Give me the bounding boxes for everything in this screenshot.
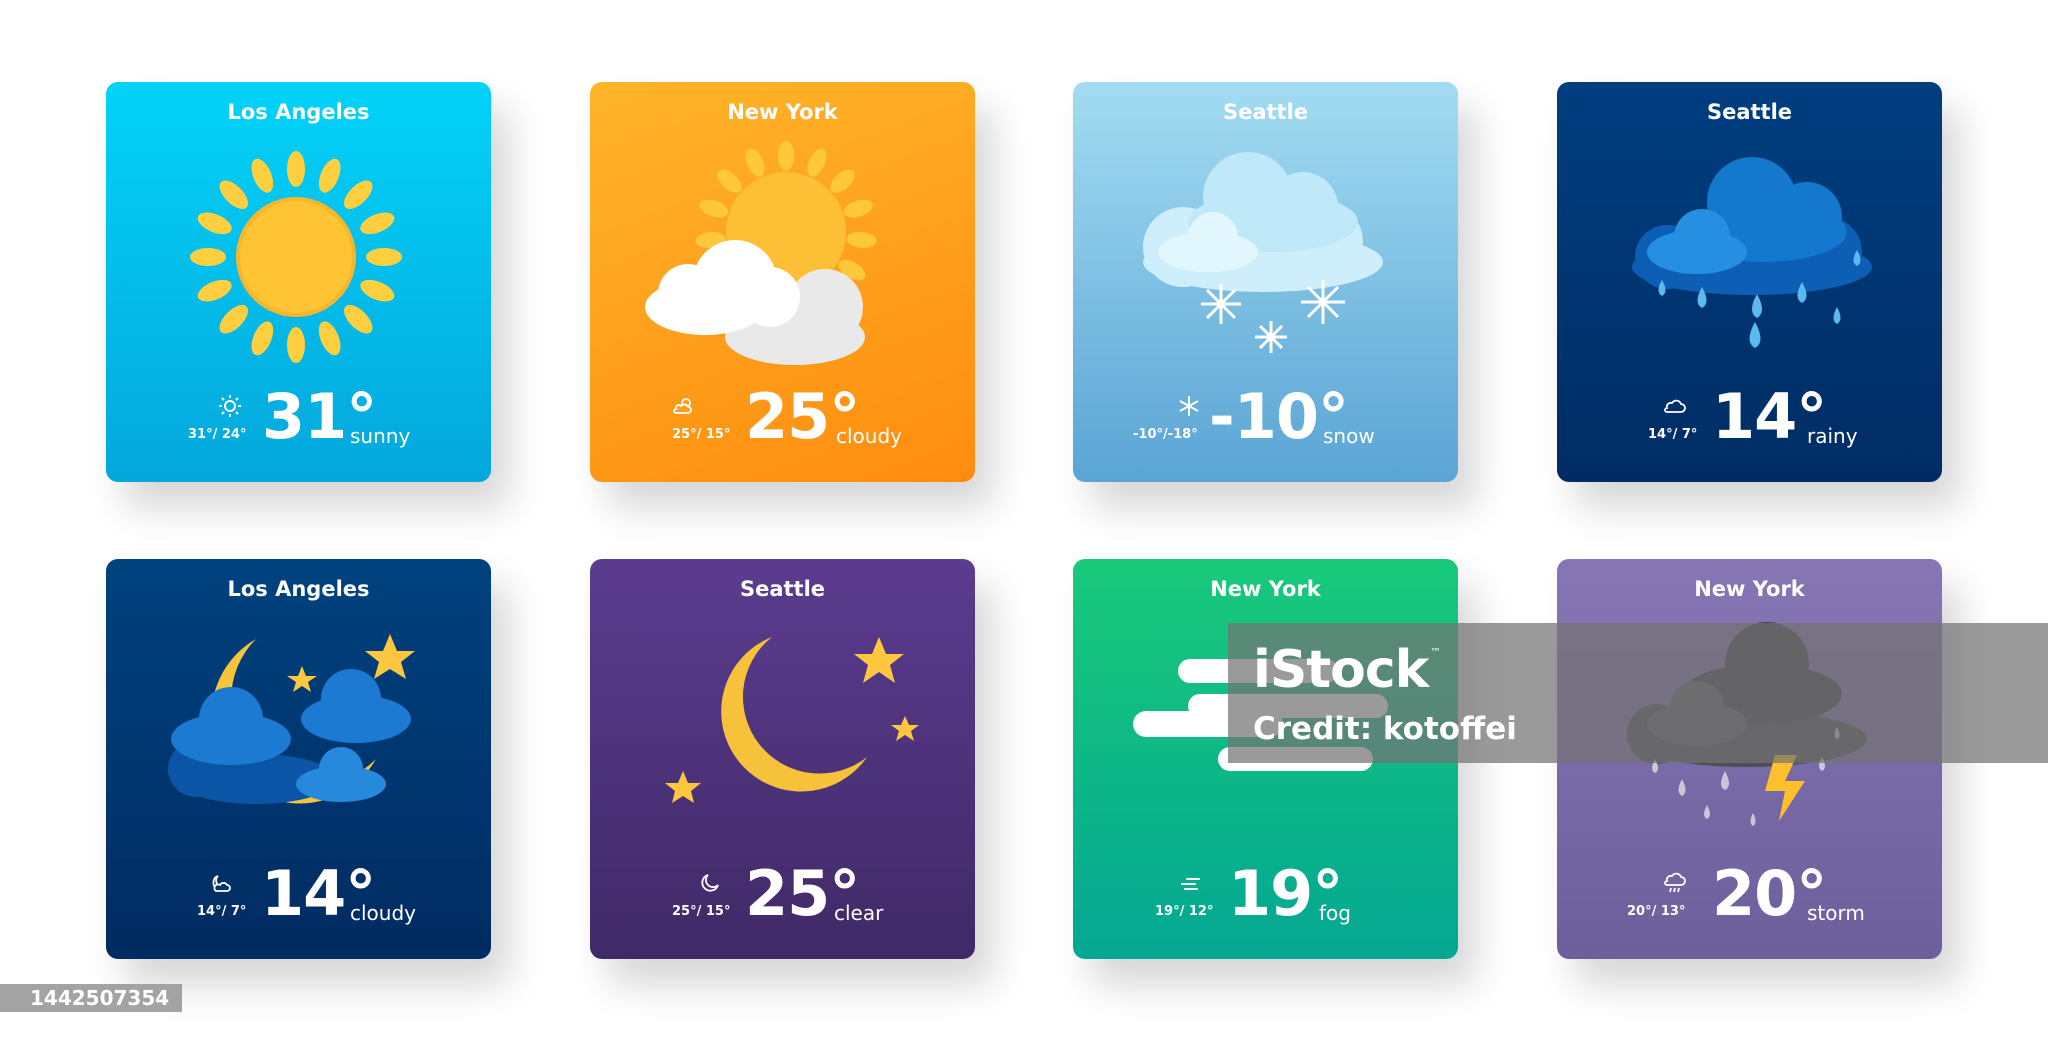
min-max-temp: 31°/ 24° (188, 427, 247, 442)
watermark-credit: Credit: kotoffei (1253, 711, 1517, 747)
condition-label: cloudy (836, 424, 902, 448)
moon-cloud-small-icon (212, 875, 231, 892)
weather-card-los-angeles-cloudy-night: Los Angeles 14°/ 7° 14° cloudy (106, 559, 491, 959)
sun-small-icon (219, 395, 241, 417)
moon-small-icon (701, 874, 719, 892)
min-max-temp: 20°/ 13° (1627, 904, 1686, 919)
condition-label: snow (1323, 424, 1375, 448)
condition-label: fog (1319, 901, 1351, 925)
watermark-logo: iStock (1253, 640, 1429, 700)
cloud-small-icon (1664, 399, 1686, 413)
min-max-temp: 25°/ 15° (672, 427, 731, 442)
min-max-temp: 14°/ 7° (1648, 427, 1698, 442)
partly-cloudy-small-icon (673, 398, 692, 414)
weather-widgets-grid: Los Angeles 31°/ 24° 31° sunny New York … (0, 0, 2048, 1040)
condition-label: sunny (350, 424, 411, 448)
condition-label: cloudy (350, 901, 416, 925)
min-max-temp: -10°/-18° (1133, 427, 1198, 442)
snowflake-small-icon (1179, 396, 1199, 416)
min-max-temp: 25°/ 15° (672, 904, 731, 919)
min-max-temp: 19°/ 12° (1155, 904, 1214, 919)
storm-small-icon (1664, 872, 1686, 893)
watermark-trademark: ™ (1430, 646, 1441, 659)
fog-small-icon (1181, 878, 1200, 890)
condition-label: clear (834, 901, 884, 925)
stock-image-id: 1442507354 (0, 984, 182, 1012)
weather-card-seattle-rainy: Seattle 14°/ 7° 14° rainy (1557, 82, 1942, 482)
weather-card-seattle-snow: Seattle -10°/-18° -10° snow (1073, 82, 1458, 482)
weather-card-seattle-clear: Seattle 25°/ 15° 25° clear (590, 559, 975, 959)
min-max-temp: 14°/ 7° (197, 904, 247, 919)
condition-label: storm (1807, 901, 1865, 925)
weather-card-new-york-cloudy: New York 25°/ 15° 25° cloudy (590, 82, 975, 482)
condition-label: rainy (1807, 424, 1858, 448)
weather-card-los-angeles-sunny: Los Angeles 31°/ 24° 31° sunny (106, 82, 491, 482)
